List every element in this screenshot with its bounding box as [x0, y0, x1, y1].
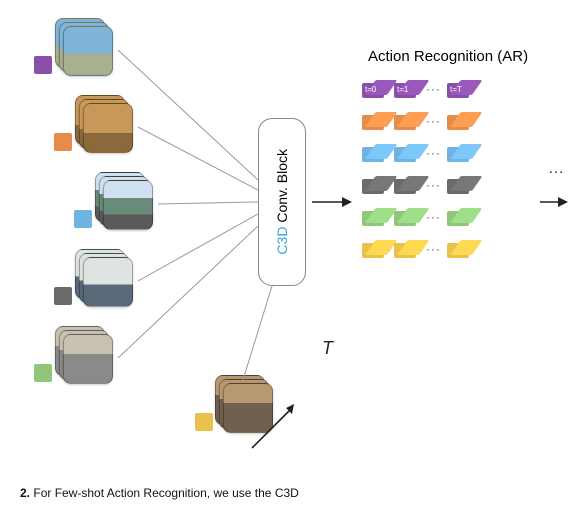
caption-text: For Few-shot Action Recognition, we use …: [33, 486, 298, 500]
feature-cube: [362, 144, 388, 162]
class-label-2: [54, 133, 72, 151]
caption-num: 2.: [20, 486, 30, 500]
frame: [83, 257, 133, 307]
feature-row-orange: ···: [362, 112, 473, 130]
feature-cube: [394, 240, 420, 258]
frame: [63, 334, 113, 384]
figure-caption: 2. For Few-shot Action Recognition, we u…: [20, 486, 299, 500]
feature-cube: t=T: [447, 80, 473, 98]
feature-cube: [362, 176, 388, 194]
feature-cube: [362, 240, 388, 258]
class-label-1: [34, 56, 52, 74]
class-label-3: [74, 210, 92, 228]
feature-cube: [447, 176, 473, 194]
continuation-ellipsis: …: [548, 160, 564, 178]
video-stack-4: [75, 249, 135, 309]
feature-cube: [447, 144, 473, 162]
video-stack-5: [55, 326, 115, 386]
video-stack-3: [95, 172, 155, 232]
class-label-4: [54, 287, 72, 305]
c3d-text: C3D: [274, 227, 290, 255]
ellipsis: ···: [426, 210, 441, 224]
ellipsis: ···: [426, 146, 441, 160]
feature-cube: [394, 144, 420, 162]
feature-row-blue: ···: [362, 144, 473, 162]
frame: [223, 383, 273, 433]
feature-row-purple: t=0 t=1 ··· t=T: [362, 80, 473, 98]
frame: [103, 180, 153, 230]
block-rest: Conv. Block: [274, 149, 290, 227]
ellipsis: ···: [426, 82, 441, 96]
video-stack-1: [55, 18, 115, 78]
ellipsis: ···: [426, 114, 441, 128]
query-label: [195, 413, 213, 431]
block-label: C3D Conv. Block: [274, 149, 290, 255]
feature-cube: [362, 208, 388, 226]
feature-cube: t=1: [394, 80, 420, 98]
frame: [83, 103, 133, 153]
feature-cube: [447, 112, 473, 130]
feature-cube: t=0: [362, 80, 388, 98]
feature-row-yellow: ···: [362, 240, 473, 258]
feature-row-green: ···: [362, 208, 473, 226]
query-video-stack: [215, 375, 275, 435]
feature-row-gray: ···: [362, 176, 473, 194]
feature-cube: [362, 112, 388, 130]
feature-cube: [394, 112, 420, 130]
ellipsis: ···: [426, 242, 441, 256]
class-label-5: [34, 364, 52, 382]
feature-cube: [394, 176, 420, 194]
time-T-label: T: [322, 338, 333, 359]
feature-cube: [447, 208, 473, 226]
video-stack-2: [75, 95, 135, 155]
feature-cube: [394, 208, 420, 226]
ellipsis: ···: [426, 178, 441, 192]
feature-cube: [447, 240, 473, 258]
c3d-conv-block: C3D Conv. Block: [258, 118, 306, 286]
ar-title: Action Recognition (AR): [368, 48, 528, 65]
frame: [63, 26, 113, 76]
